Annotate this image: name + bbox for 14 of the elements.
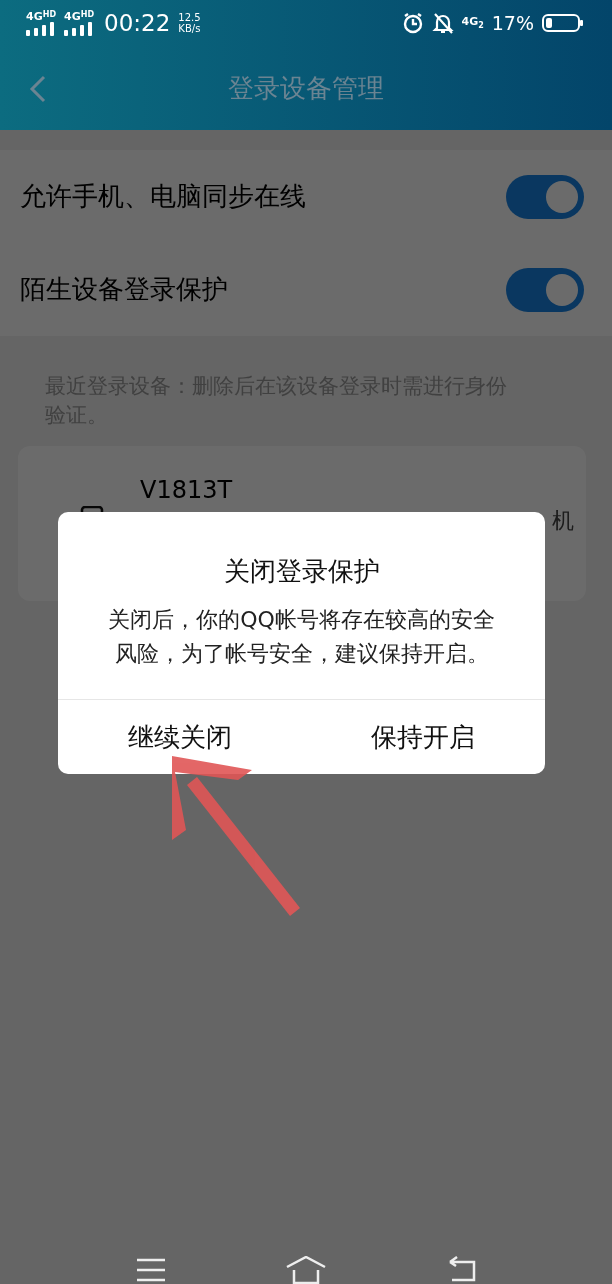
network-type: 4G$^{HD}$ [26, 10, 57, 22]
network-speed: 12.5 [178, 12, 201, 23]
page-title: 登录设备管理 [228, 71, 384, 105]
network-type: 4G$^{HD}$ [64, 10, 95, 22]
dialog-message: 关闭后，你的QQ帐号将存在较高的安全风险，为了帐号安全，建议保持开启。 [107, 606, 496, 668]
network-type: 4G$_{2}$ [461, 15, 484, 31]
setting-label: 允许手机、电脑同步在线 [20, 180, 306, 213]
battery-level: 17% [491, 12, 534, 34]
setting-label: 陌生设备登录保护 [20, 273, 228, 306]
device-name: V1813T [140, 476, 233, 504]
clock: 00:22 [104, 10, 171, 36]
dialog-title: 关闭登录保护 [223, 555, 380, 588]
speed-unit: KB/s [178, 23, 201, 34]
device-detail: 机 [552, 507, 574, 535]
